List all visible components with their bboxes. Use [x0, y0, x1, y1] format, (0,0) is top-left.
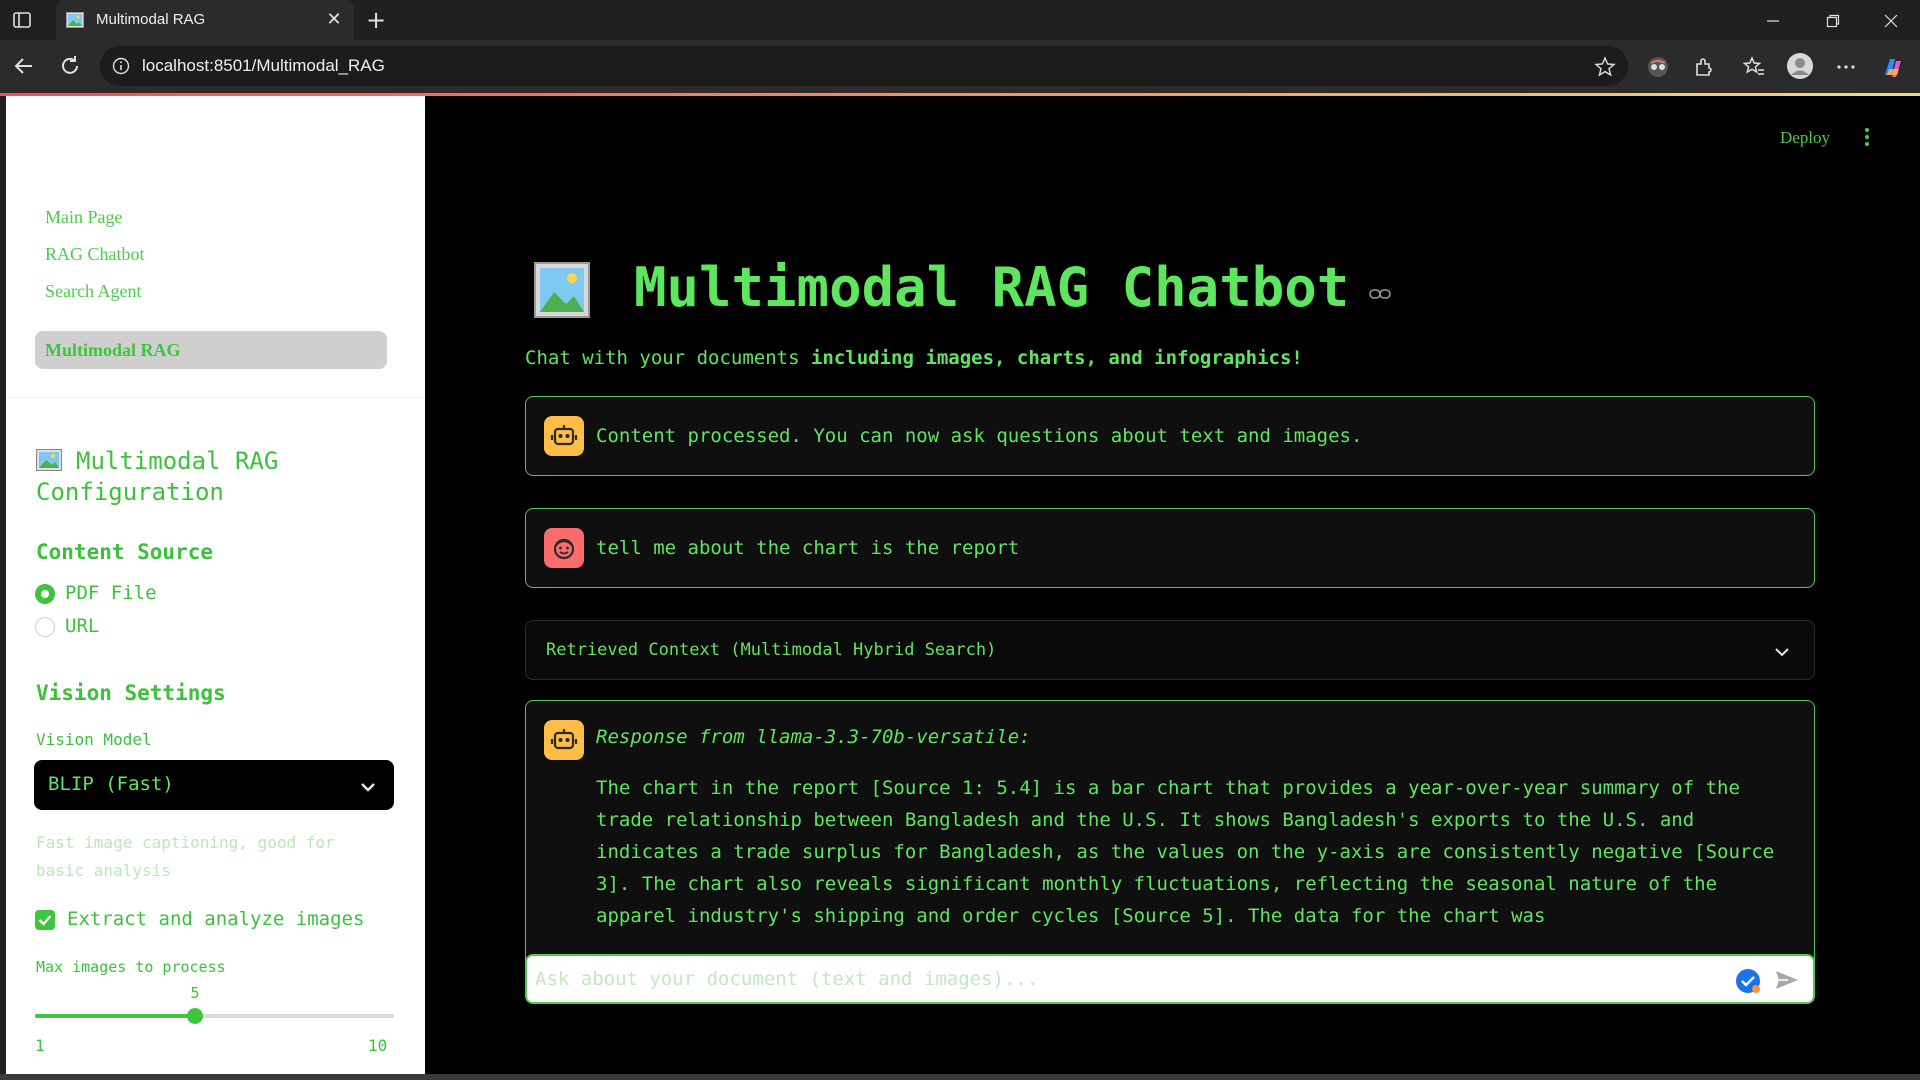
- page-subtitle: Chat with your documents including image…: [525, 347, 1303, 369]
- sidebar-nav-main-page[interactable]: Main Page: [35, 198, 387, 236]
- message-text: tell me about the chart is the report: [596, 537, 1020, 559]
- vision-model-select[interactable]: BLIP (Fast): [34, 760, 394, 810]
- max-images-label: Max images to process: [36, 958, 226, 976]
- address-bar[interactable]: localhost:8501/Multimodal_RAG: [100, 46, 1628, 86]
- slider-min-label: 1: [35, 1036, 45, 1055]
- link-icon[interactable]: [1369, 286, 1391, 305]
- kebab-menu-icon[interactable]: [1864, 128, 1870, 148]
- extensions-puzzle-icon[interactable]: [1692, 55, 1716, 79]
- streamlit-page: Main Page RAG Chatbot Search Agent Multi…: [6, 96, 1920, 1074]
- subtitle-plain: Chat with your documents: [525, 347, 811, 369]
- max-images-slider[interactable]: 5: [35, 984, 394, 1024]
- response-heading: Response from llama-3.3-70b-versatile:: [596, 726, 1031, 748]
- star-icon[interactable]: [1594, 56, 1616, 82]
- browser-tab-active[interactable]: Multimodal RAG ✕: [56, 0, 354, 40]
- vision-settings-title: Vision Settings: [36, 681, 226, 705]
- copilot-icon[interactable]: [1880, 55, 1904, 79]
- sidebar: Main Page RAG Chatbot Search Agent Multi…: [6, 96, 425, 1074]
- tab-close-icon[interactable]: ✕: [324, 10, 344, 30]
- chevron-down-icon[interactable]: [1774, 643, 1790, 662]
- reload-icon[interactable]: [58, 54, 84, 80]
- expander-label: Retrieved Context (Multimodal Hybrid Sea…: [546, 640, 997, 660]
- radio-label: URL: [65, 615, 100, 637]
- favorites-icon[interactable]: [1742, 55, 1766, 79]
- radio-button-checked[interactable]: [35, 584, 55, 604]
- sidebar-toggle-icon[interactable]: [12, 10, 32, 30]
- config-title-text: Multimodal RAG Configuration: [36, 447, 279, 506]
- response-body: The chart in the report [Source 1: 5.4] …: [596, 777, 1775, 927]
- page-bottom-strip: [0, 1074, 1920, 1080]
- send-icon[interactable]: [1775, 969, 1799, 995]
- radio-button[interactable]: [35, 617, 55, 637]
- vision-model-help: Fast image captioning, good for basic an…: [36, 833, 335, 880]
- back-icon[interactable]: [12, 54, 38, 80]
- face-icon: [544, 528, 584, 568]
- restore-icon[interactable]: [1810, 6, 1856, 36]
- config-title: Multimodal RAG Configuration: [36, 446, 396, 508]
- content-source-title: Content Source: [36, 540, 214, 564]
- browser-toolbar: localhost:8501/Multimodal_RAG: [0, 40, 1920, 94]
- image-emoji-icon: [36, 448, 62, 471]
- new-tab-plus-icon[interactable]: +: [364, 8, 388, 32]
- vision-model-value: BLIP (Fast): [48, 773, 174, 795]
- retrieved-context-expander[interactable]: Retrieved Context (Multimodal Hybrid Sea…: [525, 620, 1815, 680]
- slider-fill: [35, 1014, 195, 1018]
- extension-mask-icon[interactable]: [1646, 55, 1670, 79]
- grammar-check-icon[interactable]: [1735, 968, 1761, 998]
- more-options-icon[interactable]: [1834, 55, 1858, 79]
- window-close-icon[interactable]: [1868, 6, 1914, 36]
- robot-icon: [544, 416, 584, 456]
- browser-tabstrip: Multimodal RAG ✕ +: [0, 0, 1920, 40]
- chat-message-assistant: Content processed. You can now ask quest…: [525, 396, 1815, 476]
- vision-model-label: Vision Model: [36, 730, 152, 749]
- profile-avatar-icon[interactable]: [1786, 52, 1814, 80]
- chat-message-assistant-response: Response from llama-3.3-70b-versatile: T…: [525, 700, 1815, 990]
- image-emoji-icon: [534, 262, 590, 318]
- chat-input[interactable]: [535, 964, 1705, 994]
- extract-images-label: Extract and analyze images: [67, 908, 365, 930]
- chat-input-box[interactable]: [525, 954, 1815, 1004]
- deploy-button[interactable]: Deploy: [1780, 128, 1830, 148]
- page-title-text: Multimodal RAG Chatbot: [634, 256, 1350, 319]
- chat-message-user: tell me about the chart is the report: [525, 508, 1815, 588]
- sidebar-nav-rag-chatbot[interactable]: RAG Chatbot: [35, 235, 387, 273]
- slider-thumb[interactable]: [187, 1008, 203, 1024]
- robot-icon: [544, 720, 584, 760]
- url-text: localhost:8501/Multimodal_RAG: [142, 56, 385, 75]
- tab-title: Multimodal RAG: [96, 11, 206, 28]
- image-emoji-icon: [66, 12, 84, 28]
- minimize-icon[interactable]: [1750, 6, 1796, 36]
- slider-value: 5: [190, 984, 200, 1002]
- radio-label: PDF File: [65, 582, 157, 604]
- sidebar-divider: [6, 397, 425, 398]
- message-text: Content processed. You can now ask quest…: [596, 425, 1363, 447]
- slider-max-label: 10: [368, 1036, 388, 1055]
- chevron-down-icon: [360, 778, 376, 797]
- checkbox-checked[interactable]: [35, 910, 55, 930]
- info-icon[interactable]: [112, 57, 130, 79]
- subtitle-bold: including images, charts, and infographi…: [810, 347, 1303, 369]
- sidebar-nav-multimodal-rag[interactable]: Multimodal RAG: [35, 331, 387, 369]
- sidebar-nav-search-agent[interactable]: Search Agent: [35, 272, 387, 310]
